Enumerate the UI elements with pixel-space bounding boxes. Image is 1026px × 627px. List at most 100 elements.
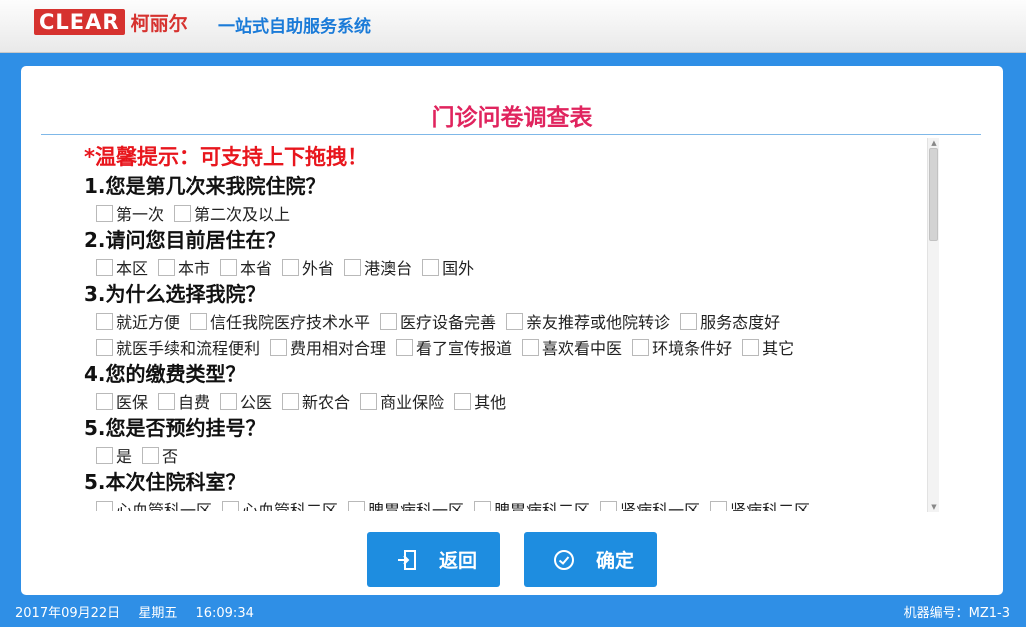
- checkbox[interactable]: [190, 312, 208, 330]
- option[interactable]: 服务态度好: [680, 309, 780, 333]
- status-footer: 2017年09月22日 星期五 16:09:34 机器编号：MZ1-3: [0, 599, 1026, 627]
- option-label: 费用相对合理: [290, 339, 387, 358]
- checkbox[interactable]: [506, 312, 524, 330]
- checkbox[interactable]: [174, 204, 192, 222]
- checkbox[interactable]: [454, 392, 472, 410]
- checkbox[interactable]: [600, 500, 618, 511]
- checkbox[interactable]: [344, 258, 362, 276]
- option[interactable]: 亲友推荐或他院转诊: [506, 309, 670, 333]
- question-title: 1.您是第几次来我院住院？: [84, 174, 326, 198]
- option[interactable]: 本市: [158, 255, 210, 279]
- option-label: 亲友推荐或他院转诊: [526, 313, 671, 332]
- option[interactable]: 医保: [96, 389, 148, 413]
- logo-chinese-name: 柯丽尔: [130, 12, 188, 35]
- checkbox[interactable]: [96, 312, 113, 330]
- option[interactable]: 本区: [96, 255, 148, 279]
- checkbox[interactable]: [220, 392, 238, 410]
- checkbox[interactable]: [348, 500, 366, 511]
- option[interactable]: 就近方便: [96, 309, 180, 333]
- checkbox[interactable]: [96, 204, 113, 222]
- option-label: 外省: [302, 259, 335, 278]
- option[interactable]: 肾病科一区: [600, 497, 700, 511]
- checkbox[interactable]: [474, 500, 492, 511]
- checkbox[interactable]: [422, 258, 440, 276]
- option[interactable]: 公医: [220, 389, 272, 413]
- checkbox[interactable]: [282, 258, 300, 276]
- option[interactable]: 环境条件好: [632, 335, 732, 359]
- option-label: 本区: [116, 259, 149, 278]
- checkbox[interactable]: [680, 312, 698, 330]
- checkbox[interactable]: [270, 338, 288, 356]
- option[interactable]: 喜欢看中医: [522, 335, 622, 359]
- checkbox[interactable]: [96, 338, 113, 356]
- option[interactable]: 其他: [454, 389, 506, 413]
- checkbox[interactable]: [158, 392, 176, 410]
- option[interactable]: 是: [96, 443, 132, 467]
- option-label: 其它: [762, 339, 795, 358]
- option-label: 本市: [178, 259, 211, 278]
- option[interactable]: 费用相对合理: [270, 335, 386, 359]
- option[interactable]: 外省: [282, 255, 334, 279]
- checkbox[interactable]: [522, 338, 540, 356]
- option-label: 第一次: [116, 205, 165, 224]
- checkbox[interactable]: [96, 446, 113, 464]
- option-row: 第一次 第二次及以上: [96, 200, 926, 226]
- question: 5.您是否预约挂号？ 是 否: [84, 414, 926, 468]
- questionnaire-panel: 门诊问卷调查表 *温馨提示：可支持上下拖拽！ 1.您是第几次来我院住院？ 第一次第…: [21, 66, 1003, 595]
- checkbox[interactable]: [632, 338, 650, 356]
- option[interactable]: 本省: [220, 255, 272, 279]
- checkbox[interactable]: [396, 338, 414, 356]
- checkbox[interactable]: [222, 500, 240, 511]
- checkbox[interactable]: [710, 500, 728, 511]
- question-title: 5.您是否预约挂号？: [84, 416, 266, 440]
- option[interactable]: 港澳台: [344, 255, 412, 279]
- question-list[interactable]: *温馨提示：可支持上下拖拽！ 1.您是第几次来我院住院？ 第一次 第二次及以上 2.请…: [84, 140, 926, 511]
- system-title: 一站式自助服务系统: [218, 17, 371, 37]
- option-label: 新农合: [302, 393, 351, 412]
- scroll-down-arrow-icon[interactable]: ▼: [928, 502, 940, 512]
- checkbox[interactable]: [158, 258, 176, 276]
- checkbox[interactable]: [142, 446, 160, 464]
- confirm-button[interactable]: 确定: [524, 532, 657, 587]
- checkbox[interactable]: [380, 312, 398, 330]
- option[interactable]: 就医手续和流程便利: [96, 335, 260, 359]
- scroll-up-arrow-icon[interactable]: ▲: [928, 138, 940, 148]
- option-label: 第二次及以上: [194, 205, 291, 224]
- exit-door-icon: [395, 548, 419, 572]
- option[interactable]: 心血管科二区: [222, 497, 338, 511]
- weekday-text: 星期五: [138, 606, 178, 621]
- option-label: 脾胃病科二区: [494, 501, 591, 511]
- option[interactable]: 商业保险: [360, 389, 444, 413]
- option[interactable]: 否: [142, 443, 178, 467]
- option[interactable]: 脾胃病科二区: [474, 497, 590, 511]
- option[interactable]: 肾病科二区: [710, 497, 810, 511]
- option[interactable]: 第二次及以上: [174, 201, 290, 225]
- option-label: 港澳台: [364, 259, 413, 278]
- option[interactable]: 自费: [158, 389, 210, 413]
- option[interactable]: 信任我院医疗技术水平: [190, 309, 370, 333]
- checkbox[interactable]: [742, 338, 760, 356]
- option[interactable]: 看了宣传报道: [396, 335, 512, 359]
- scrollbar[interactable]: ▲ ▼: [927, 138, 939, 512]
- checkbox[interactable]: [96, 392, 113, 410]
- option-row: 心血管科一区 心血管科二区 脾胃病科一区 脾胃病科二区 肾病科一区 肾病科二区: [96, 496, 926, 511]
- checkbox[interactable]: [360, 392, 378, 410]
- option[interactable]: 新农合: [282, 389, 350, 413]
- back-button[interactable]: 返回: [367, 532, 500, 587]
- option[interactable]: 第一次: [96, 201, 164, 225]
- option[interactable]: 医疗设备完善: [380, 309, 496, 333]
- checkbox[interactable]: [220, 258, 238, 276]
- option[interactable]: 脾胃病科一区: [348, 497, 464, 511]
- option-label: 否: [162, 447, 179, 466]
- scrollbar-thumb[interactable]: [929, 148, 938, 241]
- checkbox[interactable]: [96, 258, 113, 276]
- option[interactable]: 心血管科一区: [96, 497, 212, 511]
- confirm-button-label: 确定: [596, 550, 635, 572]
- drag-tip: *温馨提示：可支持上下拖拽！: [84, 145, 368, 169]
- checkbox[interactable]: [96, 500, 113, 511]
- option-label: 肾病科一区: [620, 501, 701, 511]
- checkbox[interactable]: [282, 392, 300, 410]
- option[interactable]: 其它: [742, 335, 794, 359]
- option-label: 脾胃病科一区: [368, 501, 465, 511]
- option[interactable]: 国外: [422, 255, 474, 279]
